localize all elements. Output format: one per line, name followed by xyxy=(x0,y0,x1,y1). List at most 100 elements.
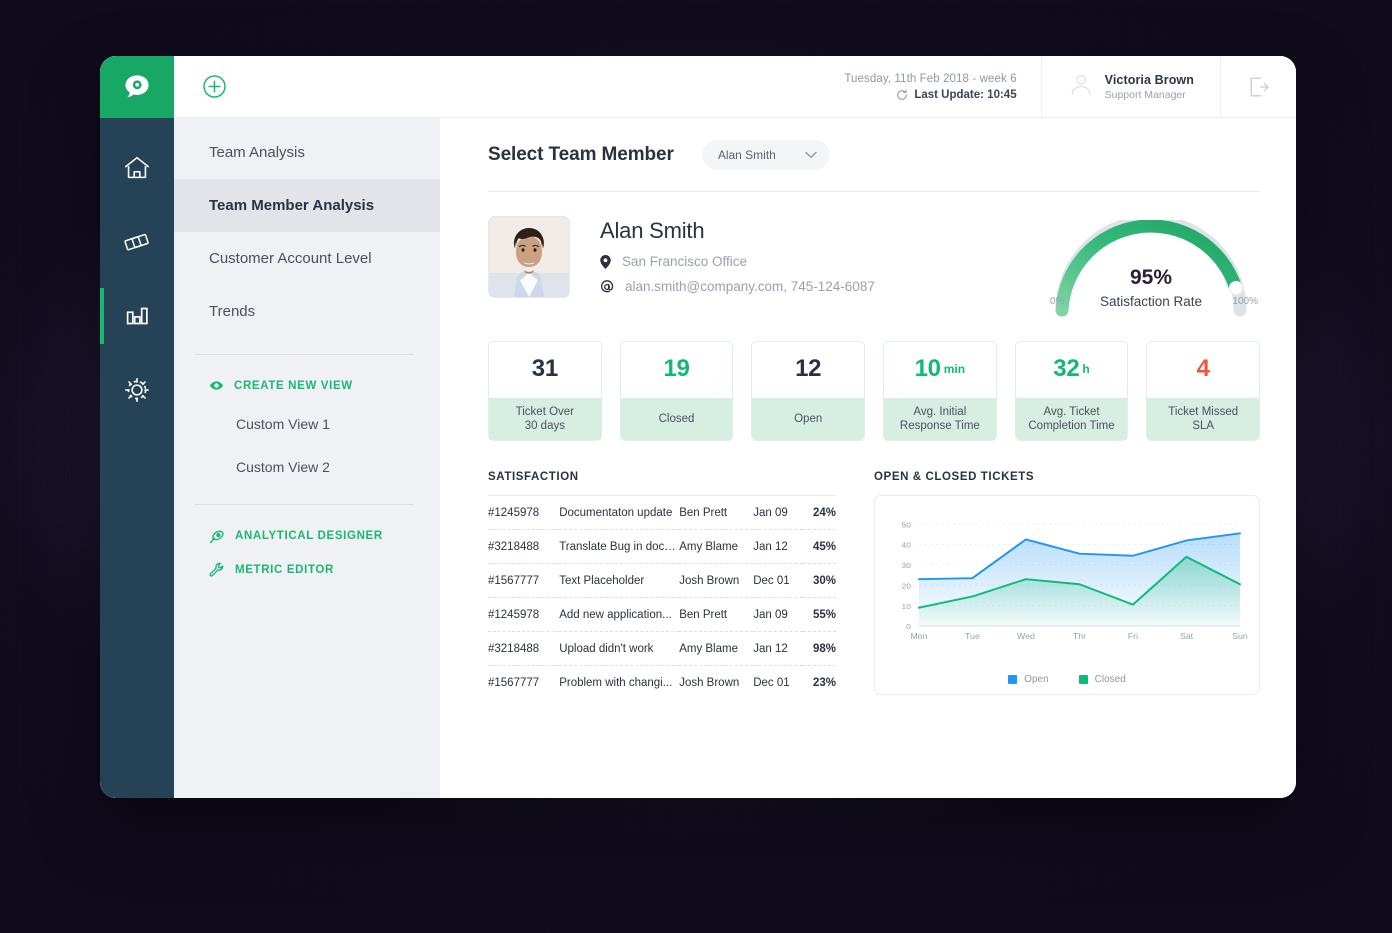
kpi-value: 31 xyxy=(531,355,558,382)
nav-label: Trends xyxy=(209,303,256,320)
kpi-label: Closed xyxy=(620,398,733,440)
analytical-designer-button[interactable]: ANALYTICAL DESIGNER xyxy=(174,519,440,553)
chart-legend: Open Closed xyxy=(875,674,1259,685)
kpi-label-line1: Open xyxy=(794,413,823,425)
chevron-down-icon xyxy=(805,151,817,158)
table-row[interactable]: #1245978 Add new application... Ben Pret… xyxy=(488,597,836,632)
ticket-id: #3218488 xyxy=(488,540,540,553)
sidebar-item-custom-view-2[interactable]: Custom View 2 xyxy=(174,445,440,488)
app-logo[interactable] xyxy=(100,56,174,118)
user-profile-block[interactable]: Victoria Brown Support Manager xyxy=(1040,56,1220,117)
kpi-label-line2: Response Time xyxy=(899,420,980,432)
ticket-satisfaction-pct: 45% xyxy=(812,540,836,553)
kpi-card-ticket-missed-sla[interactable]: 4 Ticket Missed SLA xyxy=(1146,341,1261,441)
bar-chart-icon xyxy=(126,307,148,325)
svg-text:20: 20 xyxy=(902,582,912,590)
refresh-icon xyxy=(897,88,908,100)
top-bar-right: Tuesday, 11th Feb 2018 - week 6 Last Upd… xyxy=(830,56,1296,118)
kpi-label-line1: Ticket Over xyxy=(515,406,575,418)
gauge-label: Satisfaction Rate xyxy=(1099,294,1203,309)
sidebar-item-customer-account-level[interactable]: Customer Account Level xyxy=(174,232,440,285)
avatar xyxy=(488,216,570,298)
date-status-block: Tuesday, 11th Feb 2018 - week 6 Last Upd… xyxy=(830,56,1040,117)
ticket-subject: Add new application... xyxy=(559,608,672,621)
add-new-button[interactable] xyxy=(202,74,227,99)
kpi-value-row: 32 h xyxy=(1016,342,1128,398)
ticket-subject: Translate Bug in docu... xyxy=(559,540,680,553)
sidebar-item-team-member-analysis[interactable]: Team Member Analysis xyxy=(174,179,440,232)
gauge-value: 95% xyxy=(1129,266,1173,289)
rail-item-analytics[interactable] xyxy=(100,284,174,348)
table-row[interactable]: #1245978 Documentaton update Ben Prett J… xyxy=(488,495,836,530)
select-team-member-row: Select Team Member Alan Smith xyxy=(488,140,1260,170)
top-bar: Tuesday, 11th Feb 2018 - week 6 Last Upd… xyxy=(100,56,1296,118)
kpi-card-avg-ticket-completion-time[interactable]: 32 h Avg. Ticket Completion Time xyxy=(1014,341,1129,441)
svg-text:Sat: Sat xyxy=(1180,632,1194,641)
profile-row: Alan Smith San Francisco Office alan.smi… xyxy=(488,192,1260,323)
legend-swatch-open xyxy=(1008,675,1018,684)
last-update-block: Last Update: 10:45 xyxy=(896,88,1017,101)
user-avatar-icon xyxy=(1068,71,1094,102)
kpi-unit: min xyxy=(943,362,966,376)
ticket-id: #3218488 xyxy=(488,642,540,655)
kpi-label-line2: 30 days xyxy=(524,420,565,432)
table-row[interactable]: #1567777 Problem with changi... Josh Bro… xyxy=(488,665,836,700)
table-row[interactable]: #3218488 Translate Bug in docu... Amy Bl… xyxy=(488,529,836,564)
kpi-value-row: 12 xyxy=(752,342,864,398)
ticket-satisfaction-pct: 24% xyxy=(812,506,836,519)
avatar-photo xyxy=(489,217,569,297)
kpi-label-line1: Ticket Missed xyxy=(1168,406,1239,418)
kpi-label: Ticket Missed SLA xyxy=(1147,398,1260,440)
main-content: Select Team Member Alan Smith Alan Smith… xyxy=(440,118,1296,798)
icon-rail xyxy=(100,118,174,798)
nav-sub-label: Custom View 1 xyxy=(236,415,330,432)
kpi-card-avg-initial-response-time[interactable]: 10 min Avg. Initial Response Time xyxy=(883,341,997,441)
logout-icon xyxy=(1249,76,1269,97)
kpi-card-ticket-over-30-days[interactable]: 31 Ticket Over 30 days xyxy=(488,341,602,441)
ticket-date: Jan 12 xyxy=(753,540,788,553)
legend-label-closed: Closed xyxy=(1094,674,1126,685)
table-row[interactable]: #1567777 Text Placeholder Josh Brown Dec… xyxy=(488,563,836,598)
rail-item-home[interactable] xyxy=(100,136,174,200)
home-icon xyxy=(124,156,150,179)
table-row[interactable]: #3218488 Upload didn't work Amy Blame Ja… xyxy=(488,631,836,666)
open-closed-tickets-chart: 0 10 20 30 40 50 Mon Tue Wed Thr Fri Sat Sun xyxy=(902,521,1249,641)
kpi-label-line2: SLA xyxy=(1192,420,1215,432)
svg-text:0: 0 xyxy=(906,623,911,631)
ticket-person: Ben Prett xyxy=(679,506,728,519)
sidebar-item-trends[interactable]: Trends xyxy=(174,285,440,338)
speech-bubble-logo-icon xyxy=(125,75,149,98)
ticket-person: Amy Blame xyxy=(679,540,738,553)
legend-item-closed[interactable]: Closed xyxy=(1078,674,1126,685)
svg-text:Fri: Fri xyxy=(1128,632,1138,641)
profile-location: San Francisco Office xyxy=(622,254,748,269)
team-member-select[interactable]: Alan Smith xyxy=(701,140,830,170)
kpi-label: Avg. Initial Response Time xyxy=(884,398,996,440)
rail-item-tickets[interactable] xyxy=(100,210,174,274)
ticket-id: #1567777 xyxy=(488,676,540,689)
current-date-text: Tuesday, 11th Feb 2018 - week 6 xyxy=(844,72,1017,85)
sidebar-item-team-analysis[interactable]: Team Analysis xyxy=(174,126,440,179)
palette-icon xyxy=(210,530,224,544)
gauge-max-label: 100% xyxy=(1232,296,1258,307)
satisfaction-gauge: 95% Satisfaction Rate 0% 100% xyxy=(1042,214,1260,323)
rail-item-settings[interactable] xyxy=(100,358,174,422)
kpi-value-row: 4 xyxy=(1147,342,1259,398)
ticket-subject: Text Placeholder xyxy=(559,574,645,587)
lower-panels: SATISFACTION #1245978 Documentaton updat… xyxy=(488,471,1260,700)
nav-panel: Team Analysis Team Member Analysis Custo… xyxy=(174,118,440,798)
tickets-chart-card: 0 10 20 30 40 50 Mon Tue Wed Thr Fri Sat Sun Open Cl… xyxy=(874,495,1260,695)
logout-button[interactable] xyxy=(1220,56,1296,117)
kpi-card-open[interactable]: 12 Open xyxy=(751,341,866,441)
svg-text:Sun: Sun xyxy=(1232,632,1248,641)
sidebar-item-custom-view-1[interactable]: Custom View 1 xyxy=(174,402,440,445)
last-update-text: Last Update: 10:45 xyxy=(914,88,1017,101)
create-new-view-button[interactable]: CREATE NEW VIEW xyxy=(174,369,440,402)
ticket-date: Jan 09 xyxy=(753,506,788,519)
legend-item-open[interactable]: Open xyxy=(1008,674,1049,685)
kpi-card-closed[interactable]: 19 Closed xyxy=(619,341,734,441)
metric-editor-button[interactable]: METRIC EDITOR xyxy=(174,553,440,587)
ticket-id: #1567777 xyxy=(488,574,540,587)
body-region: Team Analysis Team Member Analysis Custo… xyxy=(100,118,1296,798)
ticket-date: Jan 09 xyxy=(753,608,788,621)
